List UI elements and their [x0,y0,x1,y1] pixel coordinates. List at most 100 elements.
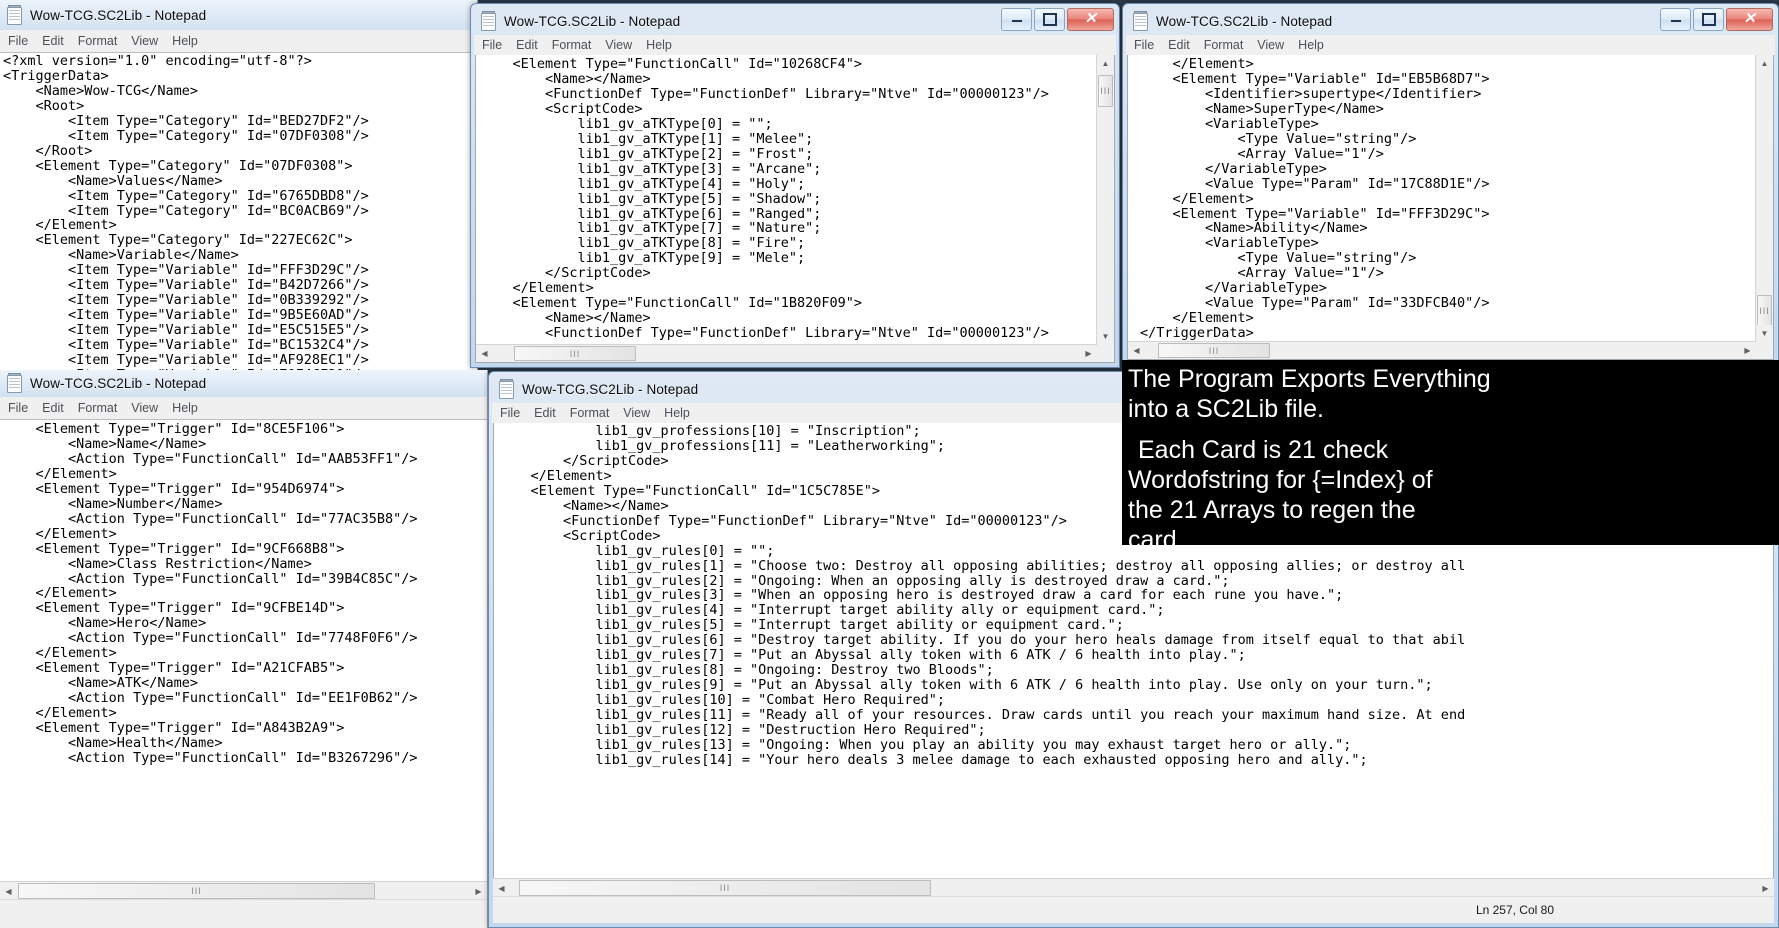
menu-view[interactable]: View [623,406,650,420]
caption-overlay: The Program Exports Everything into a SC… [1122,360,1779,545]
window-1-editor[interactable]: <?xml version="1.0" encoding="utf-8"?> <… [0,52,477,370]
caption-line-6: card. [1128,526,1184,545]
notepad-icon [6,4,23,25]
menu-file[interactable]: File [8,401,28,415]
notepad-window-2[interactable]: Wow-TCG.SC2Lib - Notepad ✕ File Edit For… [470,3,1120,368]
cursor-position-label: Ln 257, Col 80 [1475,903,1554,917]
scroll-right-arrow[interactable]: ▶ [470,882,487,900]
maximize-button[interactable] [1693,8,1724,31]
window-5-statusbar: Ln 257, Col 80 [493,896,1774,923]
window-1-title: Wow-TCG.SC2Lib - Notepad [30,7,207,23]
window-3-text[interactable]: </Element> <Element Type="Variable" Id="… [1128,55,1773,341]
caption-line-5: the 21 Arrays to regen the [1128,496,1416,524]
window-4-editor[interactable]: <Element Type="Trigger" Id="8CE5F106"> <… [0,419,487,886]
window-4-horizontal-scrollbar[interactable]: ◀ III ▶ [0,881,487,900]
close-button[interactable]: ✕ [1726,8,1773,31]
menu-edit[interactable]: Edit [42,401,64,415]
caption-line-4: Wordofstring for {=Index} of [1128,466,1433,494]
window-4-statusbar [0,899,487,928]
scroll-left-arrow[interactable]: ◀ [493,879,510,897]
menu-help[interactable]: Help [664,406,690,420]
minimize-button[interactable] [1660,8,1691,31]
scroll-up-arrow[interactable]: ▲ [1097,55,1114,72]
menu-file[interactable]: File [8,34,28,48]
menu-help[interactable]: Help [1298,38,1324,52]
menu-help[interactable]: Help [172,401,198,415]
window-4-menubar[interactable]: File Edit Format View Help [0,397,487,419]
close-button[interactable]: ✕ [1067,8,1114,31]
notepad-window-1[interactable]: Wow-TCG.SC2Lib - Notepad File Edit Forma… [0,0,478,370]
caption-line-2: into a SC2Lib file. [1128,395,1324,423]
menu-edit[interactable]: Edit [42,34,64,48]
menu-file[interactable]: File [482,38,502,52]
window-5-horizontal-scrollbar[interactable]: ◀ III ▶ [493,878,1774,897]
window-3-titlebar[interactable]: Wow-TCG.SC2Lib - Notepad ✕ [1126,7,1775,35]
scroll-left-arrow[interactable]: ◀ [0,882,17,900]
window-1-menubar[interactable]: File Edit Format View Help [0,30,477,52]
horizontal-scroll-thumb[interactable]: III [519,880,931,896]
window-1-text[interactable]: <?xml version="1.0" encoding="utf-8"?> <… [0,53,477,370]
horizontal-scroll-thumb[interactable]: III [18,883,375,899]
window-3-vertical-scrollbar[interactable]: ▲ III ▼ [1755,55,1773,342]
window-2-title: Wow-TCG.SC2Lib - Notepad [504,13,681,29]
scroll-right-arrow[interactable]: ▶ [1739,342,1756,359]
window-3-title: Wow-TCG.SC2Lib - Notepad [1156,13,1333,29]
notepad-window-4[interactable]: Wow-TCG.SC2Lib - Notepad File Edit Forma… [0,370,488,928]
notepad-icon [6,373,23,393]
window-2-vertical-scrollbar[interactable]: ▲ III ▼ [1096,55,1114,345]
menu-help[interactable]: Help [646,38,672,52]
window-5-title: Wow-TCG.SC2Lib - Notepad [522,381,699,397]
menu-file[interactable]: File [1134,38,1154,52]
window-2-titlebar[interactable]: Wow-TCG.SC2Lib - Notepad ✕ [474,7,1116,35]
notepad-icon [1132,10,1149,31]
menu-format[interactable]: Format [552,38,592,52]
menu-edit[interactable]: Edit [534,406,556,420]
menu-format[interactable]: Format [570,406,610,420]
scrollbar-corner [1097,345,1114,362]
scroll-left-arrow[interactable]: ◀ [476,345,493,362]
menu-format[interactable]: Format [78,34,118,48]
menu-file[interactable]: File [500,406,520,420]
scroll-right-arrow[interactable]: ▶ [1080,345,1097,362]
menu-edit[interactable]: Edit [516,38,538,52]
window-3-horizontal-scrollbar[interactable]: ◀ III ▶ [1128,341,1756,359]
window-2-controls[interactable]: ✕ [1001,8,1114,31]
window-3-menubar[interactable]: File Edit Format View Help [1126,35,1775,55]
window-3-editor[interactable]: </Element> <Element Type="Variable" Id="… [1127,55,1774,360]
menu-help[interactable]: Help [172,34,198,48]
scroll-left-arrow[interactable]: ◀ [1128,342,1145,359]
window-2-editor[interactable]: <Element Type="FunctionCall" Id="10268CF… [475,55,1115,363]
horizontal-scroll-thumb[interactable]: III [1158,343,1270,358]
scrollbar-corner [1756,342,1773,359]
scroll-right-arrow[interactable]: ▶ [1757,879,1774,897]
scroll-down-arrow[interactable]: ▼ [1097,328,1114,345]
window-2-menubar[interactable]: File Edit Format View Help [474,35,1116,55]
window-2-horizontal-scrollbar[interactable]: ◀ III ▶ [476,344,1097,362]
menu-view[interactable]: View [131,401,158,415]
window-4-text[interactable]: <Element Type="Trigger" Id="8CE5F106"> <… [0,420,487,766]
menu-view[interactable]: View [131,34,158,48]
menu-view[interactable]: View [1257,38,1284,52]
notepad-icon [480,10,497,31]
window-2-text[interactable]: <Element Type="FunctionCall" Id="10268CF… [476,55,1114,341]
vertical-scroll-thumb[interactable]: III [1098,75,1113,107]
menu-view[interactable]: View [605,38,632,52]
minimize-button[interactable] [1001,8,1032,31]
window-4-titlebar[interactable]: Wow-TCG.SC2Lib - Notepad [0,370,487,397]
notepad-window-3[interactable]: Wow-TCG.SC2Lib - Notepad ✕ File Edit For… [1122,3,1779,365]
notepad-icon [498,378,515,399]
caption-line-3: Each Card is 21 check [1138,436,1389,464]
window-3-controls[interactable]: ✕ [1660,8,1773,31]
window-4-title: Wow-TCG.SC2Lib - Notepad [30,376,207,391]
scroll-down-arrow[interactable]: ▼ [1756,325,1773,342]
menu-format[interactable]: Format [1204,38,1244,52]
caption-line-1: The Program Exports Everything [1128,365,1491,393]
scroll-up-arrow[interactable]: ▲ [1756,55,1773,72]
vertical-scroll-thumb[interactable]: III [1757,295,1772,327]
menu-format[interactable]: Format [78,401,118,415]
menu-edit[interactable]: Edit [1168,38,1190,52]
window-1-titlebar[interactable]: Wow-TCG.SC2Lib - Notepad [0,0,477,30]
maximize-button[interactable] [1034,8,1065,31]
horizontal-scroll-thumb[interactable]: III [514,346,636,361]
